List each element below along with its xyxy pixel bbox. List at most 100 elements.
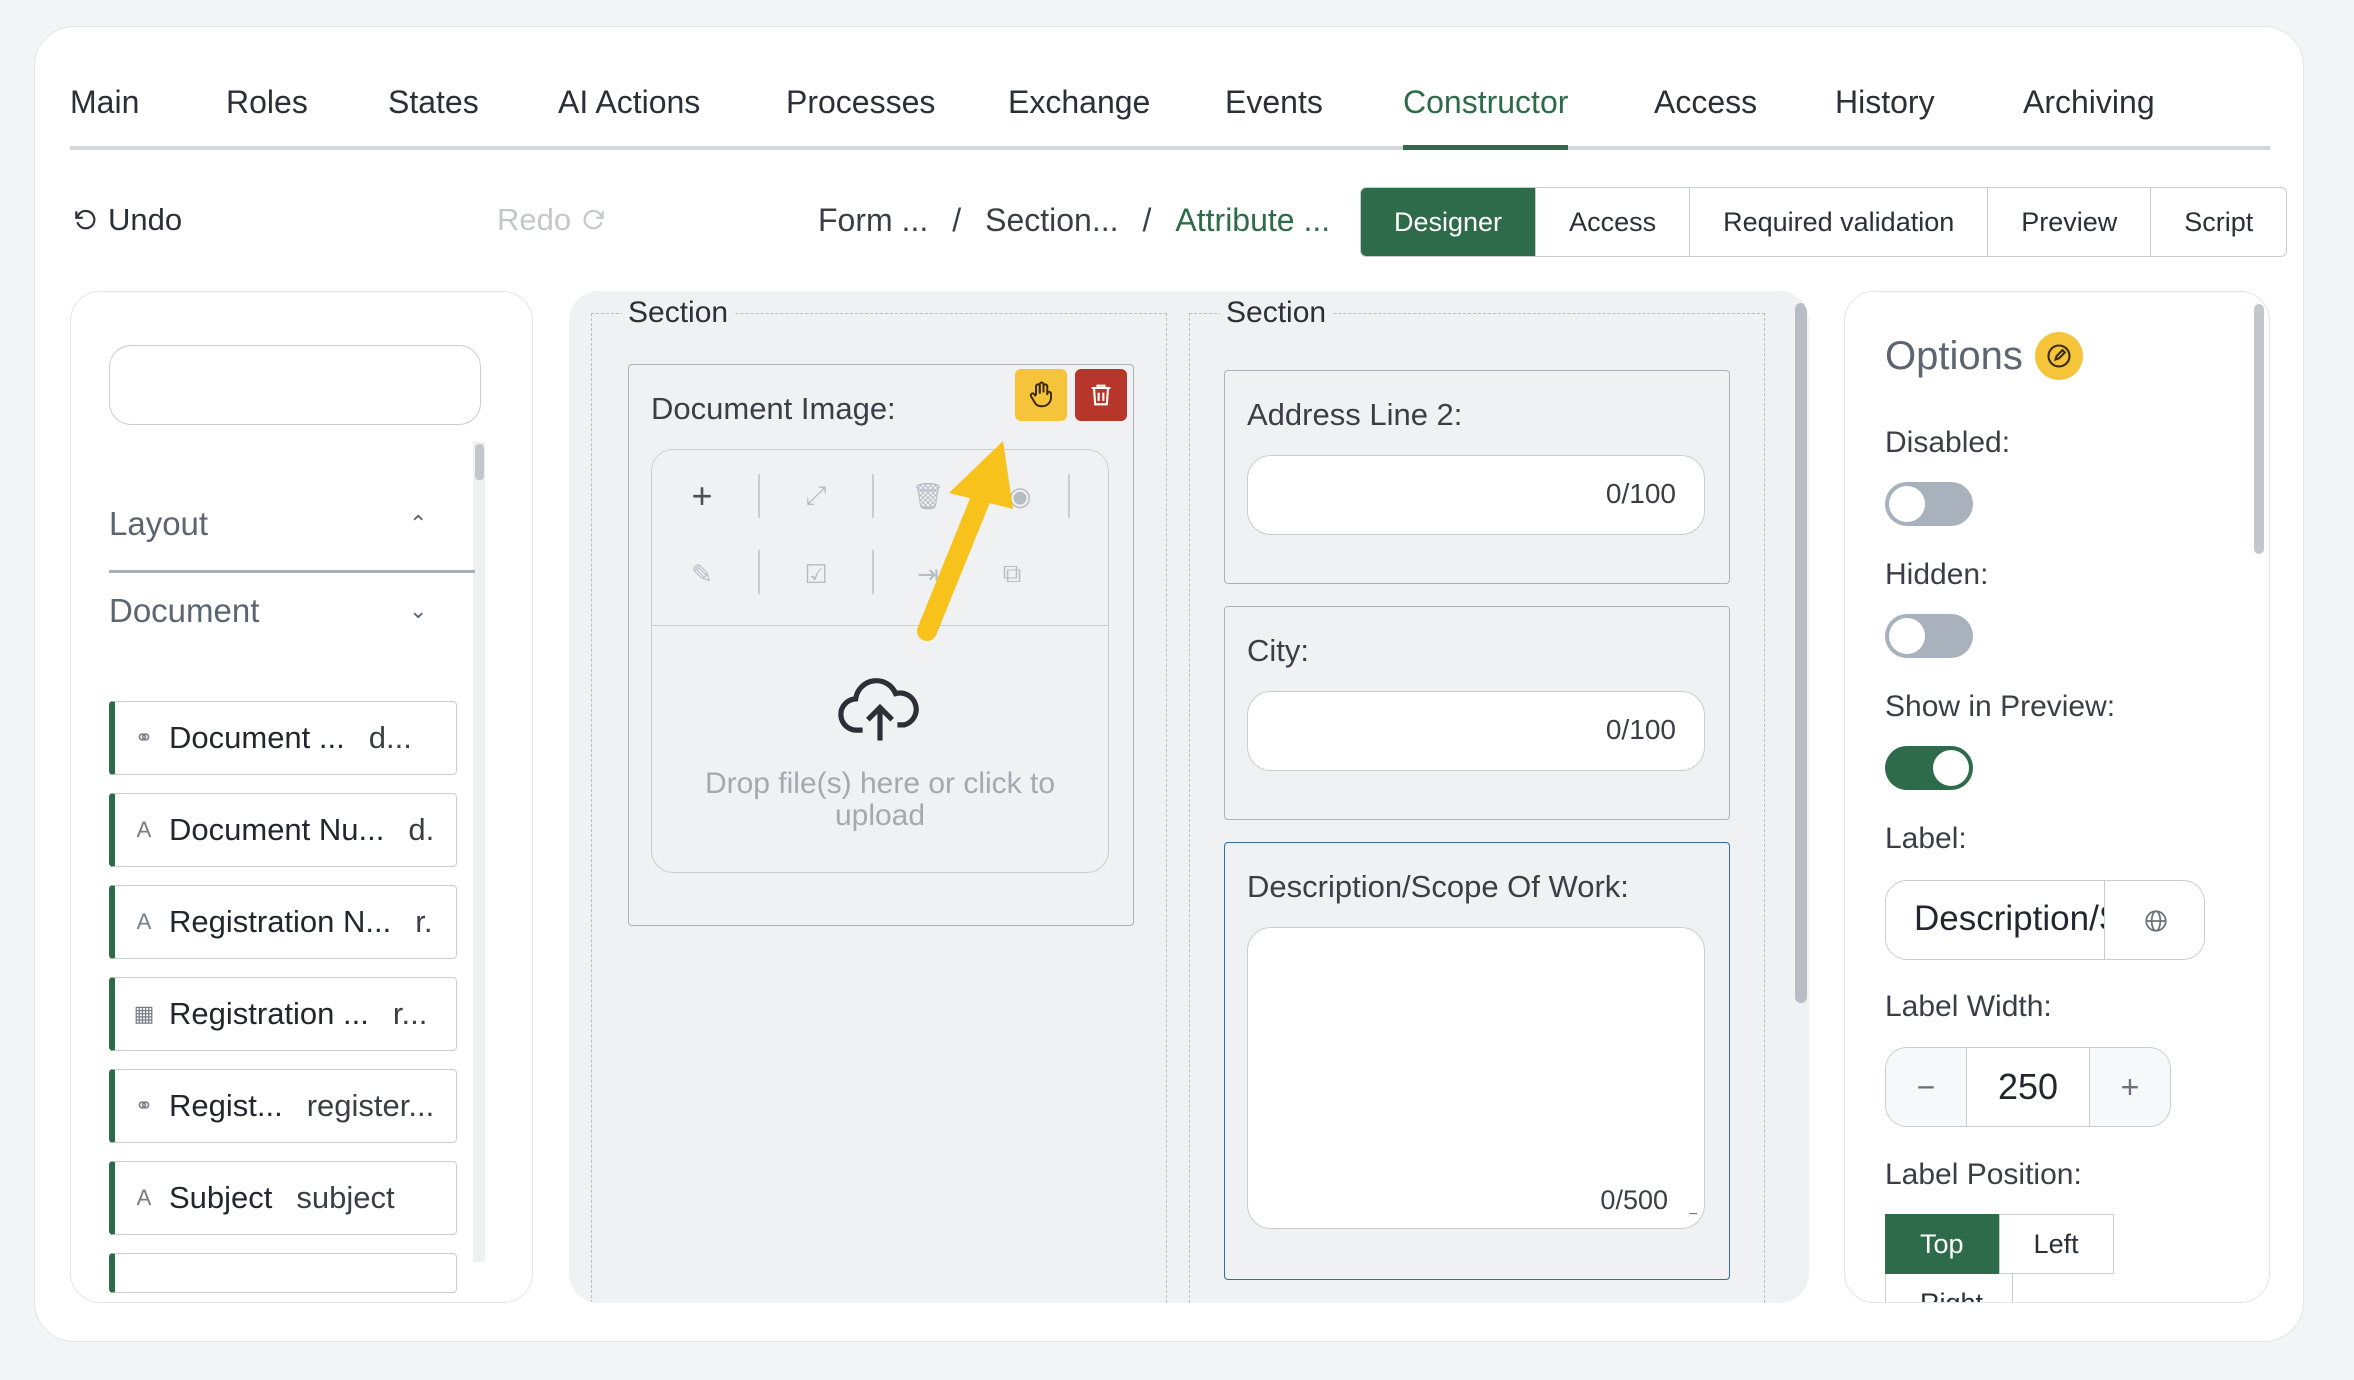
add-icon[interactable]: + [682,475,722,516]
sign-document-icon[interactable]: ✎ [682,554,722,594]
mode-preview[interactable]: Preview [1987,188,2150,256]
breadcrumb-section[interactable]: Section... [985,202,1118,239]
expand-icon[interactable]: ⤢ [796,476,836,516]
palette-item[interactable]: ⚭ Regist... register... [109,1069,457,1143]
hidden-toggle[interactable] [1885,614,1973,658]
breadcrumb-form[interactable]: Form ... [818,202,928,239]
form-section[interactable]: Section Document Image: + ⤢ 🗑 ◉ ✎ ☑ ⇥ ⧉ … [591,296,1167,1303]
address-line-2-input[interactable]: 0/100 [1247,455,1705,535]
palette-item-name: Registration N... [169,904,392,939]
position-right[interactable]: Right [1885,1274,2013,1302]
field-label: Address Line 2: [1247,397,1463,432]
tab-events[interactable]: Events [1225,84,1323,150]
main-tabs: Main Roles States AI Actions Processes E… [70,84,2270,150]
decrement-button[interactable]: − [1886,1048,1966,1126]
globe-icon[interactable] [2104,881,2204,959]
view-icon[interactable]: ◉ [1000,476,1040,516]
increment-button[interactable]: + [2090,1048,2170,1126]
trash-icon [1091,384,1111,406]
palette-item-name: Document ... [169,720,345,755]
canvas-scrollbar[interactable] [1795,303,1807,1003]
link-icon: ⚭ [134,725,154,750]
tab-roles[interactable]: Roles [226,84,308,150]
palette-item-name: Registration ... [169,996,369,1031]
section-title: Section [1220,296,1333,330]
drag-handle-button[interactable] [1015,369,1067,421]
field-label: Document Image: [651,391,896,426]
tab-exchange[interactable]: Exchange [1008,84,1150,150]
tab-history[interactable]: History [1835,84,1935,150]
field-document-image[interactable]: Document Image: + ⤢ 🗑 ◉ ✎ ☑ ⇥ ⧉ Drop fil… [628,364,1134,926]
char-counter: 0/100 [1605,478,1676,509]
tab-states[interactable]: States [388,84,479,150]
mode-required-validation[interactable]: Required validation [1689,188,1987,256]
options-header: Options [1885,332,2083,380]
tab-ai-actions[interactable]: AI Actions [558,84,700,150]
toggle-knob [1889,618,1925,654]
field-address-line-2[interactable]: Address Line 2: 0/100 [1224,370,1730,584]
label-width-value[interactable]: 250 [1966,1048,2090,1126]
tab-constructor[interactable]: Constructor [1403,84,1569,150]
resize-grip-icon[interactable]: − [1689,1206,1698,1224]
group-layout[interactable]: Layout ⌃ [109,505,427,543]
verify-signature-icon[interactable]: ☑ [796,554,836,594]
drop-zone[interactable]: Drop file(s) here or click to upload [652,626,1108,872]
palette-item[interactable]: ▦ Registration ... r... [109,977,457,1051]
palette-item[interactable]: A Subject subject [109,1161,457,1235]
description-textarea[interactable]: 0/500 − [1247,927,1705,1229]
file-uploader[interactable]: + ⤢ 🗑 ◉ ✎ ☑ ⇥ ⧉ Drop file(s) here or cli… [651,449,1109,873]
palette-item-key: d. [408,812,435,847]
tab-main[interactable]: Main [70,84,139,150]
palette-item-key: r. [415,904,433,939]
move-icon[interactable]: ⇥ [908,554,948,594]
field-city[interactable]: City: 0/100 [1224,606,1730,820]
section-title: Section [622,296,735,330]
palette-item[interactable]: A Document Nu... d. [109,793,457,867]
show-in-preview-toggle[interactable] [1885,746,1973,790]
palette-item-name: Document Nu... [169,812,385,847]
palette-item-key: register... [306,1088,435,1123]
palette-item[interactable] [109,1253,457,1293]
options-scrollbar[interactable] [2254,304,2264,554]
redo-label: Redo [497,202,572,237]
palette-item-key: r... [392,996,428,1031]
edit-icon[interactable] [2034,332,2083,380]
tab-access[interactable]: Access [1654,84,1757,150]
palette-scrollbar[interactable] [473,442,485,1262]
redo-button[interactable]: Redo [497,202,607,238]
mode-designer[interactable]: Designer [1361,188,1536,256]
tool-divider [758,474,760,518]
label-label: Label: [1885,822,1967,855]
breadcrumb-attribute[interactable]: Attribute ... [1175,202,1330,239]
field-description[interactable]: Description/Scope Of Work: 0/500 − [1224,842,1730,1280]
component-palette: Layout ⌃ Document ⌄ ⚭ Document ... d... … [70,291,533,1303]
mode-access[interactable]: Access [1535,188,1689,256]
palette-item-key: subject [296,1180,395,1215]
mode-script[interactable]: Script [2150,188,2286,256]
palette-search-input[interactable] [109,345,481,425]
label-width-label: Label Width: [1885,990,2052,1023]
delete-file-icon[interactable]: 🗑 [908,476,948,516]
link-icon: ⚭ [134,1093,154,1118]
position-left[interactable]: Left [1998,1214,2114,1274]
label-input[interactable]: Description/Scope Of Work [1885,880,2205,960]
text-icon: A [136,1185,152,1210]
breadcrumb-separator: / [1142,202,1152,238]
form-section[interactable]: Section Address Line 2: 0/100 City: 0/10… [1189,296,1765,1303]
tab-processes[interactable]: Processes [786,84,935,150]
disabled-toggle[interactable] [1885,482,1973,526]
label-input-value: Description/Scope Of Work [1914,899,2104,938]
show-in-preview-label: Show in Preview: [1885,690,2116,723]
undo-button[interactable]: Undo [72,202,182,238]
palette-item[interactable]: A Registration N... r. [109,885,457,959]
palette-item[interactable]: ⚭ Document ... d... [109,701,457,775]
chevron-down-icon: ⌄ [409,598,428,623]
city-input[interactable]: 0/100 [1247,691,1705,771]
palette-scrollbar-thumb[interactable] [475,444,484,480]
copy-icon[interactable]: ⧉ [992,554,1032,594]
group-document[interactable]: Document ⌄ [109,592,427,630]
options-title: Options [1885,333,2023,378]
delete-field-button[interactable] [1075,369,1127,421]
position-top[interactable]: Top [1885,1214,1999,1274]
tab-archiving[interactable]: Archiving [2023,84,2155,150]
